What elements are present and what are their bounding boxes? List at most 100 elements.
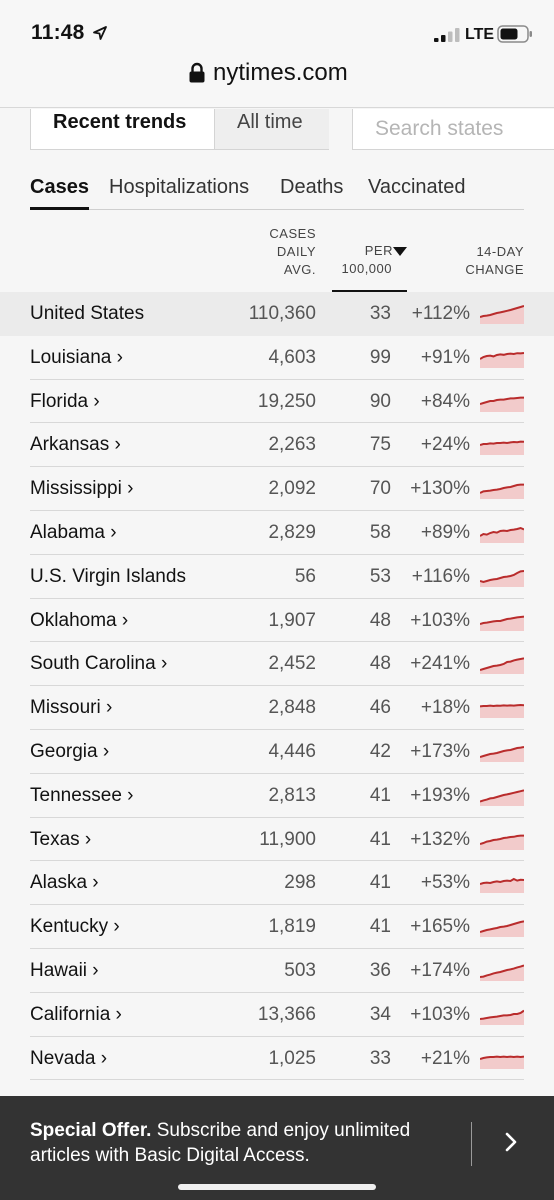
trend-sparkline — [480, 704, 524, 719]
row-name: Nevada › — [30, 1047, 108, 1069]
row-daily-avg: 298 — [284, 872, 316, 894]
trend-sparkline — [480, 305, 524, 324]
row-per-100000: 46 — [369, 697, 391, 719]
tab-deaths[interactable]: Deaths — [280, 176, 343, 210]
row-name: Arkansas › — [30, 434, 121, 456]
url-text[interactable]: nytimes.com — [213, 59, 348, 87]
trend-sparkline — [480, 351, 524, 368]
row-14-day-change: +116% — [411, 565, 470, 587]
header-change-line-1: 14-DAY — [476, 244, 524, 259]
metric-tabs: Cases Hospitalizations Deaths Vaccinated — [30, 174, 524, 210]
row-name: Hawaii › — [30, 960, 99, 981]
row-per-100000: 58 — [369, 522, 391, 543]
row-per-100000: 33 — [369, 1047, 391, 1069]
table-row[interactable]: South Carolina › 2,452 48 +241% — [30, 642, 524, 687]
tab-hospitalizations[interactable]: Hospitalizations — [109, 176, 249, 210]
home-indicator[interactable] — [178, 1184, 376, 1190]
row-name: Alabama › — [30, 522, 117, 543]
national-row[interactable]: United States 110,360 33 +112% — [0, 292, 554, 336]
table-row[interactable]: Nevada › 1,025 33 +21% — [30, 1037, 524, 1081]
tab-cases[interactable]: Cases — [30, 176, 89, 210]
row-daily-avg: 4,446 — [268, 741, 316, 762]
row-daily-avg: 503 — [284, 960, 316, 981]
search-states-input[interactable] — [353, 109, 554, 149]
row-14-day-change: +130% — [410, 478, 470, 500]
trend-sparkline — [480, 1009, 524, 1025]
row-per-100000: 48 — [369, 653, 391, 675]
table-row[interactable]: Alaska › 298 41 +53% — [30, 861, 524, 906]
table-row[interactable]: Oklahoma › 1,907 48 +103% — [30, 599, 524, 643]
row-per-100000: 48 — [369, 609, 391, 631]
offer-title: Special Offer. — [30, 1120, 152, 1141]
table-row[interactable]: Tennessee › 2,813 41 +193% — [30, 774, 524, 818]
column-header-per-100000[interactable]: PER 100,000 — [332, 243, 407, 293]
column-header-daily-avg[interactable]: CASES DAILY AVG. — [269, 225, 316, 279]
browser-address-bar[interactable]: nytimes.com — [0, 56, 554, 108]
header-avg-line-2: DAILY — [276, 244, 316, 259]
row-14-day-change: +103% — [410, 609, 470, 631]
row-14-day-change: +112% — [411, 303, 470, 324]
status-bar: 11:48 LTE — [0, 0, 554, 58]
sparkline-area — [480, 616, 524, 631]
table-row[interactable]: U.S. Virgin Islands 56 53 +116% — [30, 555, 524, 599]
row-name: Florida › — [30, 390, 100, 412]
search-states-box[interactable] — [352, 109, 554, 150]
row-per-100000: 41 — [369, 916, 391, 938]
row-name: Kentucky › — [30, 916, 120, 938]
row-per-100000: 36 — [369, 960, 391, 981]
table-row[interactable]: Missouri › 2,848 46 +18% — [30, 686, 524, 730]
row-daily-avg: 2,452 — [268, 653, 316, 675]
row-name: South Carolina › — [30, 653, 168, 675]
row-14-day-change: +174% — [410, 960, 470, 981]
row-name: Missouri › — [30, 697, 113, 719]
tracker-content: Recent trends All time Cases Hospitaliza… — [0, 109, 554, 1099]
header-change-line-2: CHANGE — [465, 262, 524, 277]
row-name: Georgia › — [30, 741, 110, 762]
trend-sparkline — [480, 526, 524, 543]
tab-vaccinated[interactable]: Vaccinated — [368, 176, 465, 210]
row-per-100000: 90 — [369, 390, 391, 412]
chevron-right-icon[interactable] — [503, 1132, 519, 1152]
header-per-line-1: PER — [364, 243, 393, 258]
row-14-day-change: +21% — [420, 1047, 470, 1069]
trend-sparkline — [480, 834, 524, 850]
row-per-100000: 70 — [369, 478, 391, 500]
row-per-100000: 41 — [369, 872, 391, 894]
row-14-day-change: +91% — [420, 346, 470, 368]
row-name: Texas › — [30, 828, 92, 850]
table-row[interactable]: Kentucky › 1,819 41 +165% — [30, 905, 524, 949]
row-per-100000: 99 — [369, 346, 391, 368]
row-daily-avg: 11,900 — [259, 828, 316, 850]
row-daily-avg: 19,250 — [257, 390, 316, 412]
recent-trends-button[interactable]: Recent trends — [31, 109, 214, 149]
sparkline-area — [480, 658, 524, 675]
table-row[interactable]: Alabama › 2,829 58 +89% — [30, 511, 524, 555]
table-row[interactable]: Florida › 19,250 90 +84% — [30, 380, 524, 424]
row-name: Tennessee › — [30, 784, 134, 806]
sparkline-area — [480, 1056, 524, 1069]
header-avg-line-1: CASES — [269, 226, 316, 241]
row-14-day-change: +103% — [410, 1003, 470, 1025]
header-avg-line-3: AVG. — [283, 262, 316, 277]
table-row[interactable]: Arkansas › 2,263 75 +24% — [30, 423, 524, 468]
location-arrow-icon — [93, 26, 107, 40]
trend-sparkline — [480, 789, 524, 806]
table-row[interactable]: Texas › 11,900 41 +132% — [30, 818, 524, 862]
offer-text: Special Offer. Subscribe and enjoy unlim… — [30, 1118, 460, 1168]
row-daily-avg: 2,848 — [268, 697, 316, 719]
table-row[interactable]: California › 13,366 34 +103% — [30, 993, 524, 1037]
table-row[interactable]: Hawaii › 503 36 +174% — [30, 949, 524, 993]
trend-sparkline — [480, 569, 524, 587]
all-time-button[interactable]: All time — [214, 109, 329, 149]
row-14-day-change: +165% — [410, 916, 470, 938]
row-daily-avg: 110,360 — [248, 303, 316, 324]
table-row[interactable]: Mississippi › 2,092 70 +130% — [30, 467, 524, 511]
row-per-100000: 33 — [369, 303, 391, 324]
trend-sparkline — [480, 746, 524, 762]
column-header-14-day-change[interactable]: 14-DAY CHANGE — [465, 243, 524, 279]
table-row[interactable]: Georgia › 4,446 42 +173% — [30, 730, 524, 774]
table-row[interactable]: Louisiana › 4,603 99 +91% — [30, 336, 524, 380]
row-14-day-change: +89% — [420, 522, 470, 543]
trend-sparkline — [480, 440, 524, 456]
trend-sparkline — [480, 1055, 524, 1069]
